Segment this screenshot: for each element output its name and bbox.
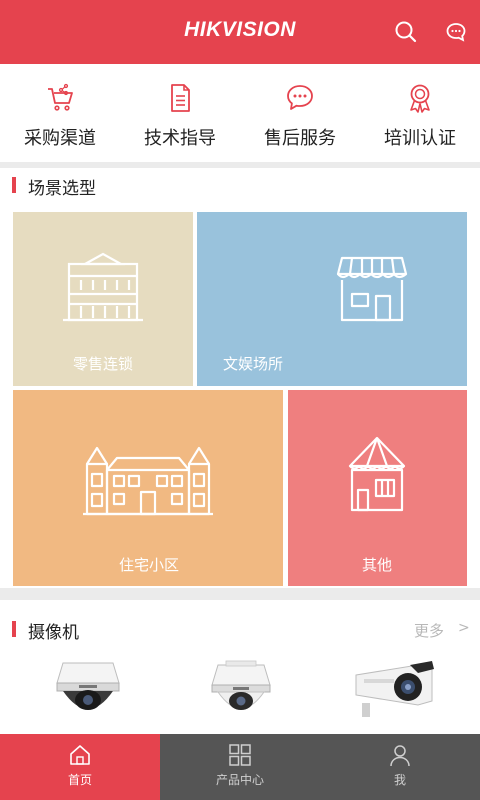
dome-camera-icon[interactable]: [196, 655, 286, 725]
cart-icon: [48, 83, 73, 111]
tab-label: 首页: [67, 773, 92, 787]
quick-nav-label: 售后服务: [264, 128, 336, 149]
search-icon[interactable]: [392, 18, 420, 46]
award-icon: [410, 84, 430, 113]
bottom-nav: 首页 产品中心 我: [0, 734, 480, 800]
section-divider: [0, 162, 480, 168]
quick-nav-tech-guidance[interactable]: 技术指导: [120, 82, 240, 150]
storefront-icon: [336, 256, 408, 322]
quick-nav-label: 培训认证: [384, 128, 456, 149]
quick-nav-label: 采购渠道: [24, 128, 96, 149]
tab-product-center[interactable]: 产品中心: [160, 734, 320, 800]
quick-nav-purchase-channels[interactable]: 采购渠道: [0, 82, 120, 150]
section-divider: [0, 588, 480, 600]
section-marker: [12, 621, 16, 637]
dome-camera-icon[interactable]: [43, 655, 133, 725]
grid-icon: [229, 744, 251, 766]
scene-section-title: 场景选型: [28, 179, 96, 199]
quick-nav: 采购渠道 技术指导 售后服务 培训认证: [0, 64, 480, 162]
app-header: HIKVISION: [0, 0, 480, 64]
section-marker: [12, 177, 16, 193]
residential-icon: [83, 446, 213, 516]
tab-home[interactable]: 首页: [0, 734, 160, 800]
quick-nav-after-sales[interactable]: 售后服务: [240, 82, 360, 150]
house-icon: [348, 436, 406, 512]
scene-tile-residential[interactable]: 住宅小区: [13, 390, 283, 586]
building-icon: [63, 252, 143, 322]
chat-icon: [287, 85, 313, 110]
camera-section-title: 摄像机: [28, 623, 79, 643]
scene-tile-retail[interactable]: 零售连锁: [13, 212, 193, 386]
tab-me[interactable]: 我: [320, 734, 480, 800]
home-icon: [70, 745, 90, 765]
bullet-camera-icon[interactable]: [348, 655, 438, 725]
tab-label: 我: [393, 773, 406, 787]
quick-nav-label: 技术指导: [144, 128, 216, 149]
user-icon: [390, 745, 410, 767]
scene-tile-label: 文娱场所: [223, 355, 284, 373]
scene-tile-other[interactable]: 其他: [288, 390, 467, 586]
document-icon: [171, 84, 190, 112]
chevron-right-icon[interactable]: >: [458, 620, 470, 636]
scene-tile-label: 住宅小区: [119, 556, 180, 574]
tab-label: 产品中心: [215, 773, 264, 787]
message-icon[interactable]: [442, 18, 470, 46]
scene-tile-label: 其他: [362, 556, 393, 574]
scene-tile-entertainment[interactable]: 文娱场所: [197, 212, 467, 386]
scene-tile-label: 零售连锁: [73, 355, 134, 373]
quick-nav-training-certification[interactable]: 培训认证: [360, 82, 480, 150]
more-link[interactable]: 更多: [414, 620, 444, 641]
